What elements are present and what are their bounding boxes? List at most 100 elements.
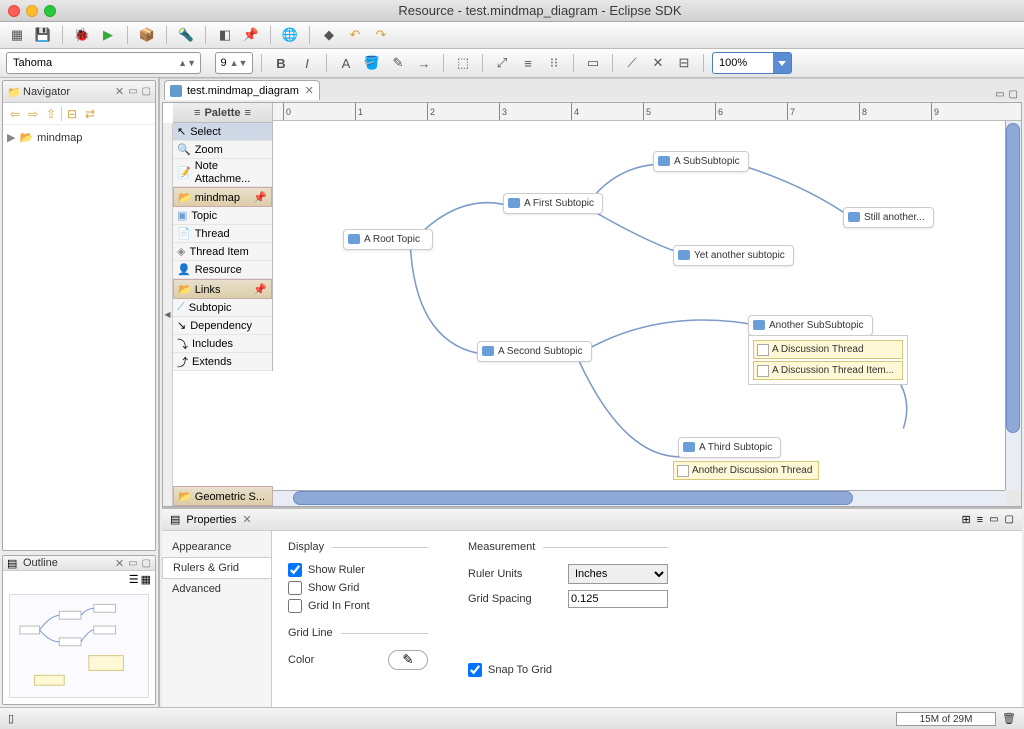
palette-thread-item[interactable]: ◈Thread Item — [173, 243, 272, 261]
run-button[interactable]: ▶ — [97, 25, 119, 45]
note-discussion-thread[interactable]: A Discussion Thread — [753, 340, 903, 359]
properties-btn1[interactable]: ⊞ — [961, 513, 970, 526]
horizontal-scrollbar[interactable] — [273, 490, 1005, 506]
palette-select-tool[interactable]: ↖Select — [173, 123, 272, 141]
outline-min-icon[interactable]: ▭ — [128, 558, 137, 569]
zoom-window-button[interactable] — [44, 5, 56, 17]
palette-collapse-button[interactable]: ◀ — [163, 123, 173, 506]
node-another-subsub[interactable]: Another SubSubtopic — [748, 315, 873, 336]
palette-subtopic[interactable]: ⟋Subtopic — [173, 299, 272, 317]
tree-node-mindmap[interactable]: ▶ 📂 mindmap — [7, 129, 151, 146]
palette-note-tool[interactable]: 📝Note Attachme... — [173, 159, 272, 187]
font-color-button[interactable]: A — [335, 53, 357, 73]
color-picker-button[interactable]: ✎ — [388, 650, 428, 670]
grid-spacing-input[interactable] — [568, 590, 668, 608]
tab-advanced[interactable]: Advanced — [162, 579, 271, 599]
pin-button[interactable]: 📌 — [240, 25, 262, 45]
navigator-tree[interactable]: ▶ 📂 mindmap — [3, 125, 155, 150]
distribute-button[interactable]: ⁝⁝ — [543, 53, 565, 73]
debug-button[interactable]: 🐞 — [71, 25, 93, 45]
line-color-button[interactable]: ✎ — [387, 53, 409, 73]
back-arrow-button[interactable]: ↶ — [344, 25, 366, 45]
palette-extends[interactable]: ⤴Extends — [173, 353, 272, 371]
search-button[interactable]: 🔦 — [175, 25, 197, 45]
minimize-icon[interactable]: ▭ — [128, 86, 137, 97]
save-button[interactable]: 💾 — [32, 25, 54, 45]
outline-thumbnail[interactable] — [9, 594, 149, 698]
tab-appearance[interactable]: Appearance — [162, 537, 271, 557]
status-left-icon[interactable]: ▯ — [8, 712, 14, 725]
node-root-topic[interactable]: A Root Topic — [343, 229, 433, 250]
editor-min-icon[interactable]: ▭ — [995, 89, 1004, 100]
editor-max-icon[interactable]: ▢ — [1009, 89, 1018, 100]
align-button[interactable]: ≡ — [517, 53, 539, 73]
palette-resource[interactable]: 👤Resource — [173, 261, 272, 279]
navigator-toolbar: ⇦ ⇨ ⇧ ⊟ ⇄ — [3, 103, 155, 125]
editor-tab[interactable]: test.mindmap_diagram ✕ — [164, 80, 320, 100]
snap-to-grid-checkbox[interactable] — [468, 663, 482, 677]
new-package-button[interactable]: 📦 — [136, 25, 158, 45]
properties-min-icon[interactable]: ▭ — [989, 514, 998, 525]
note-discussion-item[interactable]: A Discussion Thread Item... — [753, 361, 903, 380]
palette-topic[interactable]: ▣Topic — [173, 207, 272, 225]
show-ruler-checkbox[interactable] — [288, 563, 302, 577]
close-window-button[interactable] — [8, 5, 20, 17]
node3-button[interactable]: ⊟ — [673, 53, 695, 73]
collapse-all-icon[interactable]: ⊟ — [64, 106, 80, 122]
font-size-select[interactable]: 9 ▲▼ — [215, 52, 253, 74]
palette-dependency[interactable]: ↘Dependency — [173, 317, 272, 335]
outline-max-icon[interactable]: ▢ — [142, 558, 151, 569]
palette-zoom-tool[interactable]: 🔍Zoom — [173, 141, 272, 159]
fill-color-button[interactable]: 🪣 — [361, 53, 383, 73]
note-another-discussion[interactable]: Another Discussion Thread — [673, 461, 819, 480]
vertical-scrollbar[interactable] — [1005, 121, 1021, 490]
node-first-subtopic[interactable]: A First Subtopic — [503, 193, 603, 214]
outline-overview-mode-icon[interactable]: ▦ — [141, 573, 151, 586]
globe-button[interactable]: 🌐 — [279, 25, 301, 45]
node2-button[interactable]: ✕ — [647, 53, 669, 73]
tab-close-icon[interactable]: ✕ — [305, 84, 314, 97]
properties-btn2[interactable]: ≡ — [977, 514, 983, 526]
autosize-button[interactable]: ⤢ — [491, 53, 513, 73]
new-button[interactable]: ▦ — [6, 25, 28, 45]
bold-button[interactable]: B — [270, 53, 292, 73]
arrow-style-button[interactable]: → — [413, 53, 435, 73]
font-family-select[interactable]: Tahoma ▲▼ — [6, 52, 201, 74]
navigator-close-icon[interactable]: ✕ — [115, 85, 124, 98]
toggle-button[interactable]: ◧ — [214, 25, 236, 45]
gc-button[interactable]: 🗑 — [1002, 712, 1016, 725]
forward-icon[interactable]: ⇨ — [25, 106, 41, 122]
outline-tree-mode-icon[interactable]: ☰ — [129, 573, 139, 586]
palette-group-links[interactable]: 📂 Links📌 — [173, 279, 272, 299]
minimize-window-button[interactable] — [26, 5, 38, 17]
properties-max-icon[interactable]: ▢ — [1005, 514, 1014, 525]
group-button[interactable]: ▭ — [582, 53, 604, 73]
fwd-arrow-button[interactable]: ↷ — [370, 25, 392, 45]
node1-button[interactable]: ⟋ — [621, 53, 643, 73]
select-tool-button[interactable]: ⬚ — [452, 53, 474, 73]
outline-close-icon[interactable]: ✕ — [115, 557, 124, 570]
palette-includes[interactable]: ⤵Includes — [173, 335, 272, 353]
zoom-select[interactable]: 100% — [712, 52, 792, 74]
maximize-icon[interactable]: ▢ — [142, 86, 151, 97]
navigator-view: 📁 Navigator ✕ ▭ ▢ ⇦ ⇨ ⇧ ⊟ ⇄ ▶ 📂 mindmap — [2, 80, 156, 551]
properties-close-icon[interactable]: ✕ — [243, 513, 252, 526]
up-icon[interactable]: ⇧ — [43, 106, 59, 122]
italic-button[interactable]: I — [296, 53, 318, 73]
node-third-subtopic[interactable]: A Third Subtopic — [678, 437, 781, 458]
diagram-file-icon — [170, 85, 182, 97]
node-second-subtopic[interactable]: A Second Subtopic — [477, 341, 592, 362]
show-grid-checkbox[interactable] — [288, 581, 302, 595]
back-icon[interactable]: ⇦ — [7, 106, 23, 122]
palette-thread[interactable]: 📄Thread — [173, 225, 272, 243]
ruler-units-select[interactable]: Inches — [568, 564, 668, 584]
palette-group-mindmap[interactable]: 📂 mindmap📌 — [173, 187, 272, 207]
grid-in-front-checkbox[interactable] — [288, 599, 302, 613]
node-yet-another[interactable]: Yet another subtopic — [673, 245, 794, 266]
link-editor-icon[interactable]: ⇄ — [82, 106, 98, 122]
node-subsubtopic[interactable]: A SubSubtopic — [653, 151, 749, 172]
marker-button[interactable]: ◆ — [318, 25, 340, 45]
node-still-another[interactable]: Still another... — [843, 207, 934, 228]
diagram-canvas[interactable]: A Root Topic A First Subtopic A SubSubto… — [273, 121, 1005, 490]
tab-rulers-grid[interactable]: Rulers & Grid — [162, 557, 271, 579]
